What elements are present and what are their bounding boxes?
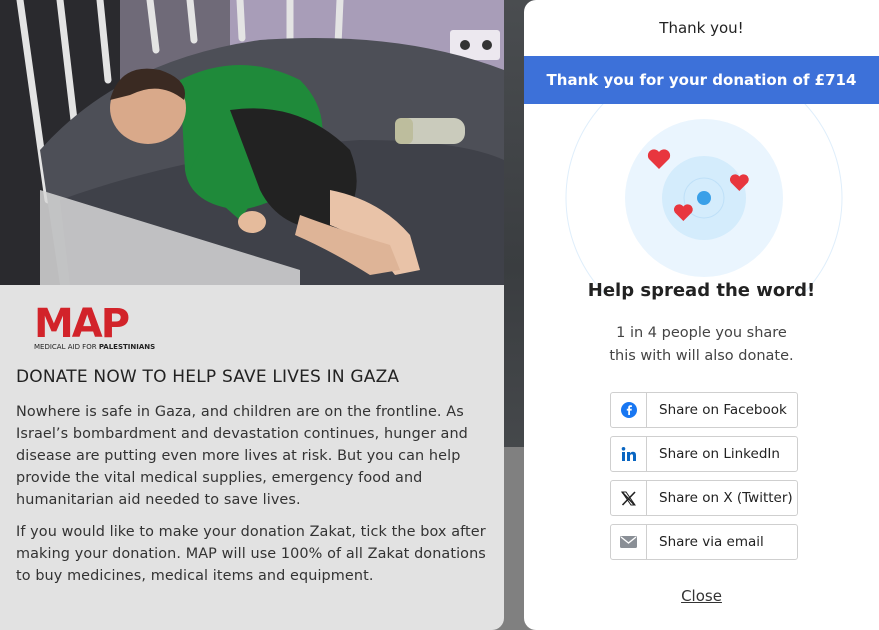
share-facebook-button[interactable]: Share on Facebook — [610, 392, 798, 428]
spread-illustration — [565, 104, 843, 294]
page-headline: DONATE NOW TO HELP SAVE LIVES IN GAZA — [16, 367, 400, 387]
intro-paragraph: Nowhere is safe in Gaza, and children ar… — [16, 404, 468, 508]
email-icon — [611, 525, 647, 559]
svg-text:MAP: MAP — [34, 303, 129, 347]
spread-subtext: 1 in 4 people you share this with will a… — [609, 325, 794, 364]
share-facebook-label: Share on Facebook — [659, 402, 787, 418]
modal-title: Thank you! — [659, 19, 744, 37]
share-linkedin-label: Share on LinkedIn — [659, 446, 780, 462]
map-logo: MAP MEDICAL AID FOR PALESTINIANS — [34, 303, 155, 351]
spread-heading: Help spread the word! — [587, 280, 816, 301]
share-x-button[interactable]: Share on X (Twitter) — [610, 480, 798, 516]
share-email-label: Share via email — [659, 534, 764, 550]
hero-photo — [0, 0, 504, 285]
x-twitter-icon — [611, 481, 647, 515]
close-link[interactable]: Close — [524, 587, 879, 605]
linkedin-icon — [611, 437, 647, 471]
donation-page-card: MAP MEDICAL AID FOR PALESTINIANS DONATE … — [0, 0, 504, 630]
svg-text:MEDICAL AID FOR PALESTINIANS: MEDICAL AID FOR PALESTINIANS — [34, 343, 155, 351]
facebook-icon — [611, 393, 647, 427]
share-email-button[interactable]: Share via email — [610, 524, 798, 560]
zakat-paragraph: If you would like to make your donation … — [16, 524, 486, 584]
share-x-label: Share on X (Twitter) — [659, 490, 793, 506]
donation-banner: Thank you for your donation of £714 — [524, 56, 879, 104]
thank-you-modal: Thank you! Thank you for your donation o… — [524, 0, 879, 630]
share-linkedin-button[interactable]: Share on LinkedIn — [610, 436, 798, 472]
share-buttons: Share on Facebook Share on LinkedIn Shar… — [610, 392, 798, 568]
